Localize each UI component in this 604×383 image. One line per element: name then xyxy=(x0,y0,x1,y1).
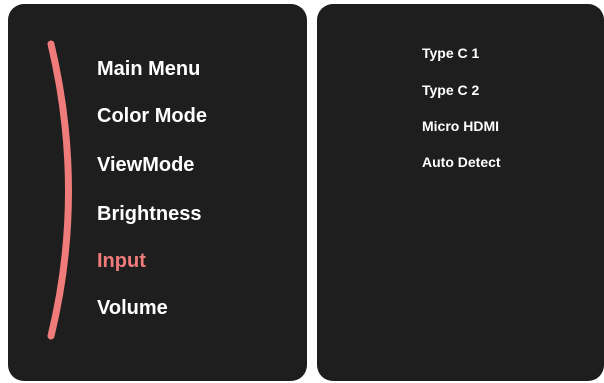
input-options-panel: Type C 1 Type C 2 Micro HDMI Auto Detect xyxy=(317,4,604,381)
menu-item-main-menu[interactable]: Main Menu xyxy=(97,57,200,81)
menu-item-viewmode[interactable]: ViewMode xyxy=(97,153,194,177)
input-option-type-c-2[interactable]: Type C 2 xyxy=(422,81,479,99)
input-option-type-c-1[interactable]: Type C 1 xyxy=(422,44,479,62)
menu-item-input[interactable]: Input xyxy=(97,249,146,273)
input-option-auto-detect[interactable]: Auto Detect xyxy=(422,153,501,171)
menu-item-volume[interactable]: Volume xyxy=(97,296,168,320)
main-menu-panel: Main Menu Color Mode ViewMode Brightness… xyxy=(8,4,307,381)
menu-item-brightness[interactable]: Brightness xyxy=(97,202,201,226)
menu-item-color-mode[interactable]: Color Mode xyxy=(97,104,207,128)
input-option-micro-hdmi[interactable]: Micro HDMI xyxy=(422,117,499,135)
